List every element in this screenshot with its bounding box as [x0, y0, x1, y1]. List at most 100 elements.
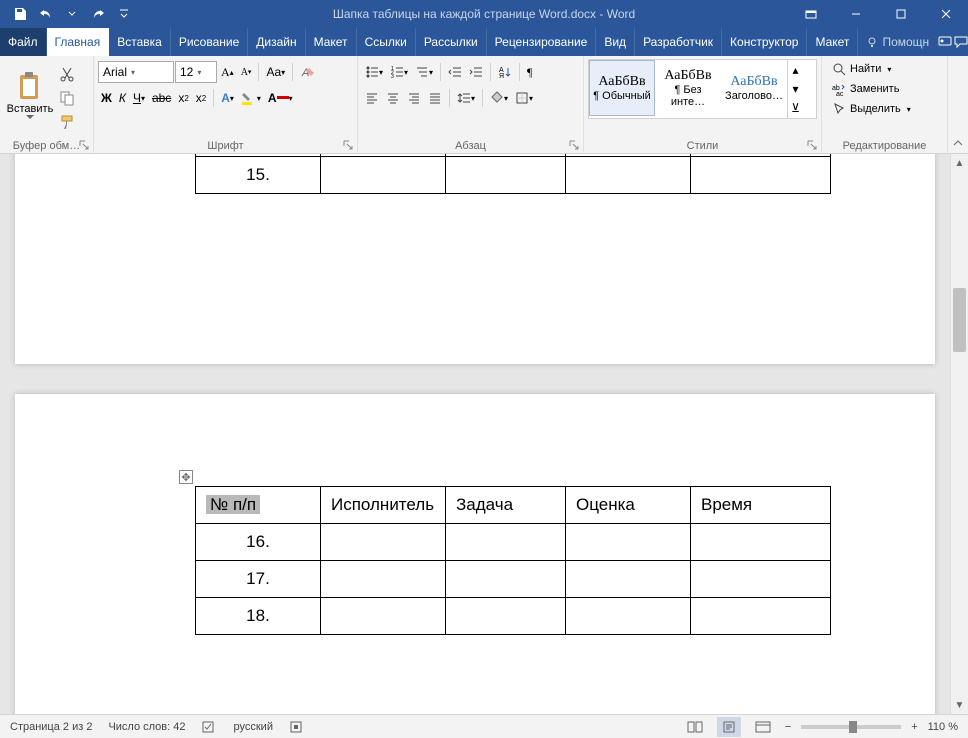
shrink-font-icon[interactable]: A▾: [238, 61, 255, 83]
font-launcher-icon[interactable]: [343, 140, 353, 150]
page-1: 15.: [15, 154, 935, 364]
tab-review[interactable]: Рецензирование: [487, 28, 597, 56]
vertical-scrollbar[interactable]: ▲ ▼: [950, 154, 968, 714]
tab-draw[interactable]: Рисование: [171, 28, 248, 56]
clipboard-launcher-icon[interactable]: [79, 140, 89, 150]
select-button[interactable]: Выделить▾: [826, 99, 943, 119]
tab-insert[interactable]: Вставка: [109, 28, 171, 56]
sort-icon[interactable]: AЯ: [495, 61, 515, 83]
numbering-icon[interactable]: 123▾: [387, 61, 411, 83]
align-right-icon[interactable]: [404, 87, 424, 109]
borders-icon[interactable]: ▾: [512, 87, 536, 109]
tab-file[interactable]: Файл: [0, 28, 47, 56]
style-heading[interactable]: АаБбВв Заголово…: [721, 60, 787, 116]
bullets-icon[interactable]: ▾: [362, 61, 386, 83]
zoom-slider[interactable]: [801, 725, 901, 729]
styles-up-icon[interactable]: ▴: [788, 60, 803, 79]
share-icon[interactable]: [937, 28, 953, 56]
zoom-slider-knob[interactable]: [849, 721, 857, 733]
clipboard-icon: [16, 71, 44, 103]
grow-font-icon[interactable]: A▴: [218, 61, 237, 83]
clear-format-icon[interactable]: A: [297, 61, 319, 83]
increase-indent-icon[interactable]: [466, 61, 486, 83]
print-layout-icon[interactable]: [717, 717, 741, 737]
table-move-handle-icon[interactable]: ✥: [179, 470, 193, 484]
zoom-in-icon[interactable]: +: [911, 721, 917, 733]
bold-icon[interactable]: Ж: [98, 87, 115, 109]
font-size-select[interactable]: 12▾: [175, 61, 217, 83]
status-page[interactable]: Страница 2 из 2: [10, 721, 92, 733]
paragraph-launcher-icon[interactable]: [569, 140, 579, 150]
zoom-out-icon[interactable]: −: [785, 721, 791, 733]
svg-text:ac: ac: [836, 91, 844, 96]
shading-icon[interactable]: ▾: [487, 87, 511, 109]
comment-icon[interactable]: [953, 28, 968, 56]
change-case-icon[interactable]: Aa▾: [263, 61, 288, 83]
collapse-ribbon-icon[interactable]: [948, 56, 968, 153]
doc-table-top[interactable]: 15.: [195, 154, 831, 194]
copy-icon[interactable]: [56, 87, 78, 109]
underline-icon[interactable]: Ч▾: [130, 87, 148, 109]
tell-me[interactable]: Помощн: [858, 28, 937, 56]
macro-icon[interactable]: [289, 720, 303, 734]
status-language[interactable]: русский: [234, 721, 273, 733]
replace-button[interactable]: abac Заменить: [826, 79, 943, 99]
qat-customize-icon[interactable]: [112, 2, 136, 26]
text-effects-icon[interactable]: A▾: [218, 87, 237, 109]
paste-button[interactable]: Вставить: [4, 59, 56, 131]
tab-view[interactable]: Вид: [596, 28, 635, 56]
undo-dropdown-icon[interactable]: [60, 2, 84, 26]
scroll-track[interactable]: [951, 172, 968, 696]
read-mode-icon[interactable]: [683, 717, 707, 737]
svg-text:3: 3: [391, 74, 394, 79]
tab-layout[interactable]: Макет: [306, 28, 357, 56]
document-area[interactable]: 15. ✥ № п/п Исполнитель Задача Оценка Вр…: [0, 154, 950, 714]
minimize-icon[interactable]: [833, 0, 878, 28]
tab-table-design[interactable]: Конструктор: [722, 28, 807, 56]
style-normal[interactable]: АаБбВв ¶ Обычный: [589, 60, 655, 116]
page-2: ✥ № п/п Исполнитель Задача Оценка Время …: [15, 394, 935, 714]
close-icon[interactable]: [923, 0, 968, 28]
justify-icon[interactable]: [425, 87, 445, 109]
web-layout-icon[interactable]: [751, 717, 775, 737]
superscript-icon[interactable]: x2: [193, 87, 209, 109]
styles-down-icon[interactable]: ▾: [788, 79, 803, 98]
show-marks-icon[interactable]: ¶: [524, 61, 535, 83]
window-controls: [788, 0, 968, 28]
decrease-indent-icon[interactable]: [445, 61, 465, 83]
styles-launcher-icon[interactable]: [807, 140, 817, 150]
tab-home[interactable]: Главная: [47, 28, 110, 56]
highlight-icon[interactable]: ▾: [238, 87, 264, 109]
spellcheck-icon[interactable]: [202, 720, 218, 734]
cut-icon[interactable]: [56, 63, 78, 85]
align-center-icon[interactable]: [383, 87, 403, 109]
align-left-icon[interactable]: [362, 87, 382, 109]
scroll-down-icon[interactable]: ▼: [951, 696, 968, 714]
style-no-spacing[interactable]: АаБбВв ¶ Без инте…: [655, 60, 721, 116]
tab-references[interactable]: Ссылки: [357, 28, 416, 56]
styles-more-icon[interactable]: ⊻: [788, 99, 803, 118]
multilevel-icon[interactable]: ▾: [412, 61, 436, 83]
scroll-up-icon[interactable]: ▲: [951, 154, 968, 172]
undo-icon[interactable]: [34, 2, 58, 26]
maximize-icon[interactable]: [878, 0, 923, 28]
tab-developer[interactable]: Разработчик: [635, 28, 722, 56]
scroll-thumb[interactable]: [953, 288, 966, 352]
strikethrough-icon[interactable]: abc: [149, 87, 174, 109]
doc-table-main[interactable]: № п/п Исполнитель Задача Оценка Время 16…: [195, 486, 831, 635]
ribbon-display-icon[interactable]: [788, 0, 833, 28]
status-words[interactable]: Число слов: 42: [108, 721, 185, 733]
tab-table-layout[interactable]: Макет: [807, 28, 858, 56]
line-spacing-icon[interactable]: ▾: [454, 87, 478, 109]
font-color-icon[interactable]: A▾: [265, 87, 296, 109]
subscript-icon[interactable]: x2: [175, 87, 191, 109]
format-painter-icon[interactable]: [56, 111, 78, 133]
italic-icon[interactable]: К: [116, 87, 129, 109]
save-icon[interactable]: [8, 2, 32, 26]
find-button[interactable]: Найти▾: [826, 59, 943, 79]
font-name-select[interactable]: Arial▾: [98, 61, 174, 83]
zoom-level[interactable]: 110 %: [928, 721, 958, 733]
redo-icon[interactable]: [86, 2, 110, 26]
tab-design[interactable]: Дизайн: [248, 28, 305, 56]
tab-mailings[interactable]: Рассылки: [416, 28, 487, 56]
